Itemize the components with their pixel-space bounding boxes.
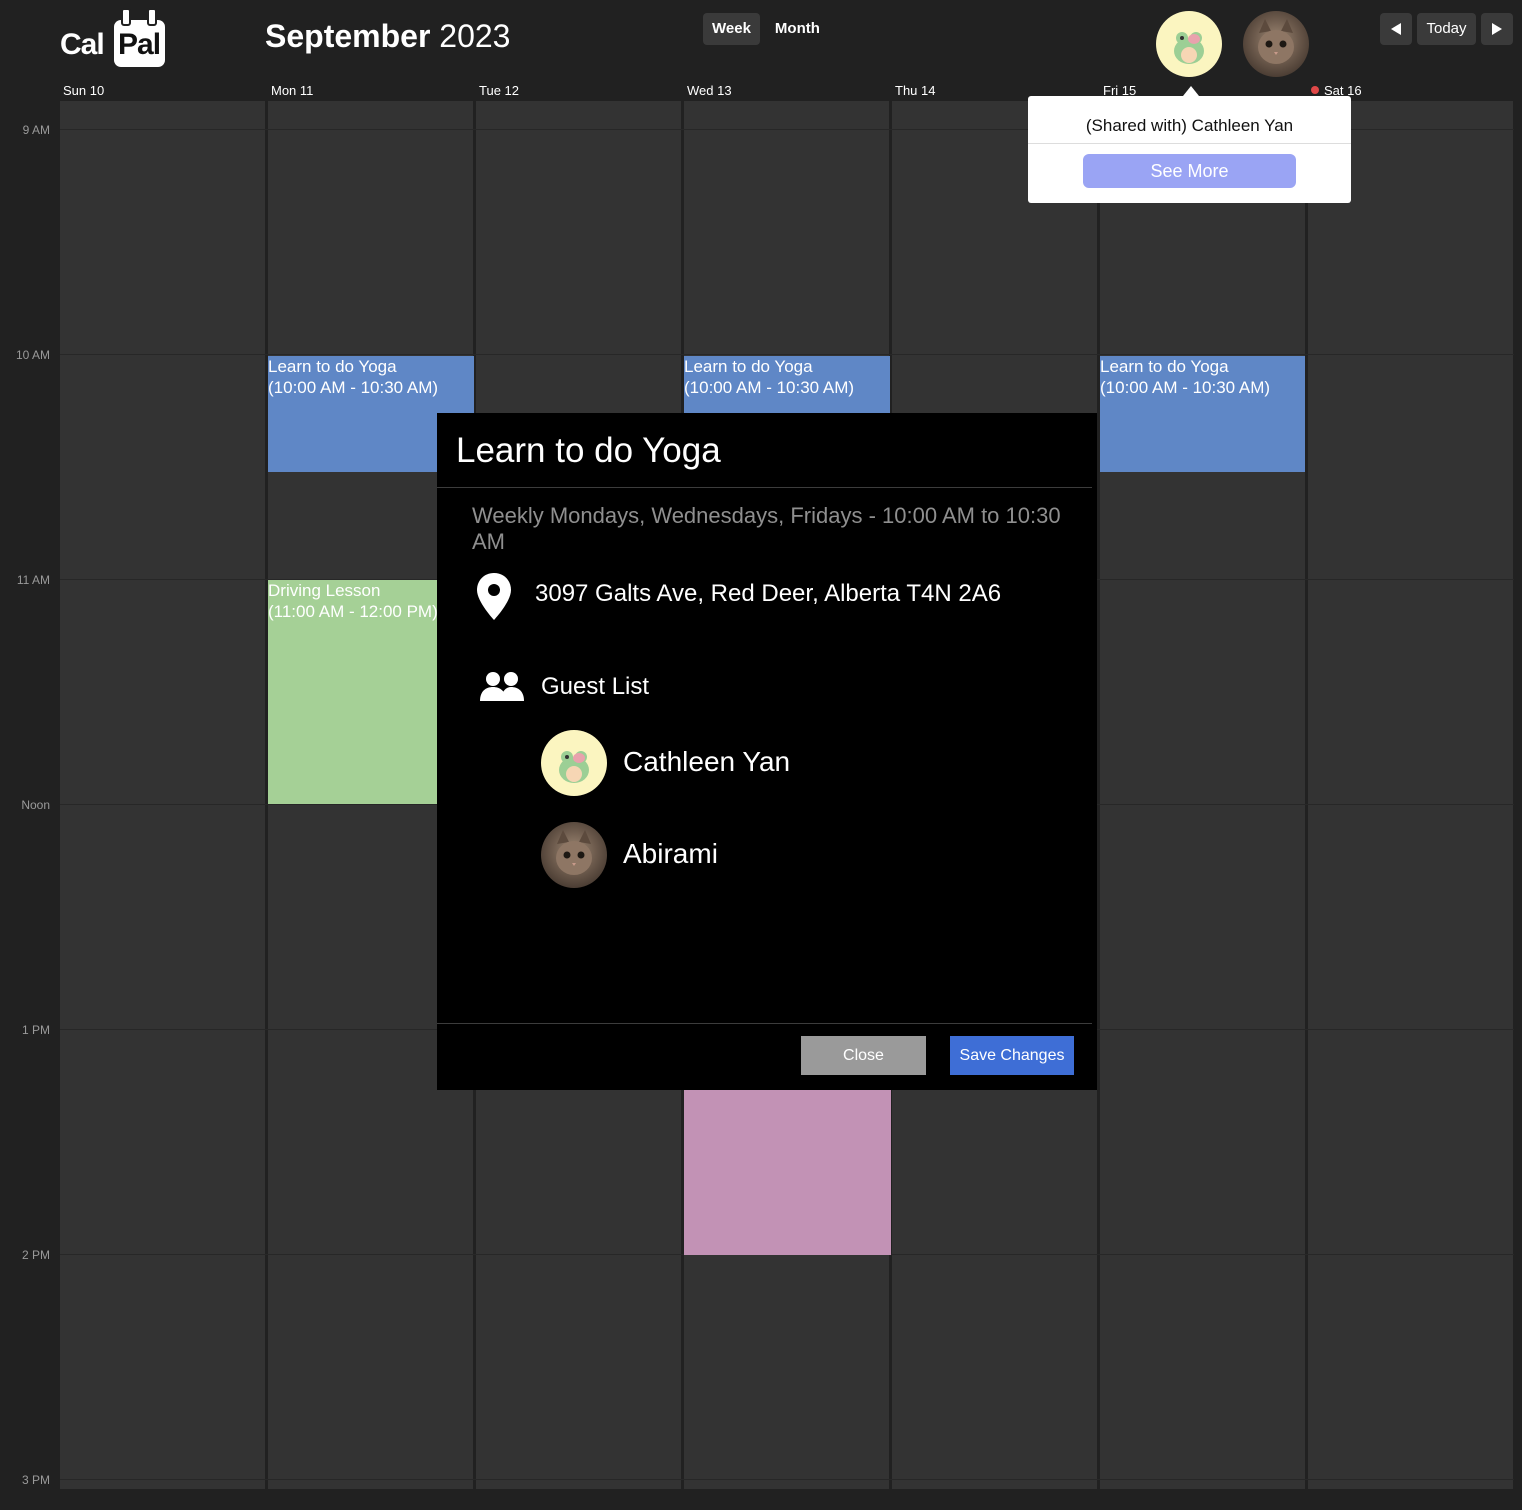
event-details-modal: Learn to do Yoga Weekly Mondays, Wednesd… <box>437 413 1097 1090</box>
event-title: Driving Lesson <box>268 581 381 600</box>
month-view-button[interactable]: Month <box>766 13 829 45</box>
time-label: 11 AM <box>16 573 50 587</box>
event-title: Learn to do Yoga <box>684 357 813 376</box>
calpal-logo: Cal Pal <box>60 8 170 70</box>
today-dot <box>1311 86 1319 94</box>
kitten-icon <box>556 830 592 875</box>
day-label-wed: Wed 13 <box>687 83 732 98</box>
see-more-button[interactable]: See More <box>1083 154 1296 188</box>
logo-ring-right <box>147 8 157 26</box>
triangle-right-icon <box>1492 23 1502 35</box>
event-time: (10:00 AM - 10:30 AM) <box>684 378 855 397</box>
day-label-thu: Thu 14 <box>895 83 936 98</box>
time-label: Noon <box>21 798 50 812</box>
time-label: 3 PM <box>21 1473 50 1487</box>
guest-list-label: Guest List <box>541 673 650 700</box>
event-address: 3097 Galts Ave, Red Deer, Alberta T4N 2A… <box>535 580 1002 607</box>
event-yoga-wed[interactable]: Learn to do Yoga (10:00 AM - 10:30 AM) <box>684 356 890 416</box>
avatar-popover: (Shared with) Cathleen Yan See More <box>1028 86 1351 203</box>
triangle-left-icon <box>1391 23 1401 35</box>
time-label: 2 PM <box>21 1248 50 1262</box>
guest-avatar-abirami[interactable] <box>541 822 607 888</box>
close-button[interactable]: Close <box>801 1036 926 1075</box>
modal-title: Learn to do Yoga <box>456 431 721 470</box>
logo-text-cal: Cal <box>60 28 105 61</box>
modal-divider <box>437 487 1092 488</box>
event-wed-afternoon[interactable] <box>684 1088 891 1255</box>
location-pin-icon <box>477 573 511 620</box>
guest-name: Cathleen Yan <box>623 746 791 777</box>
logo-text-pal: Pal <box>118 28 161 61</box>
frog-icon <box>559 751 589 783</box>
day-column-sun[interactable] <box>60 101 265 1489</box>
popover-divider <box>1028 143 1351 144</box>
event-yoga-fri[interactable]: Learn to do Yoga (10:00 AM - 10:30 AM) <box>1100 356 1305 472</box>
view-toggle: Week Month <box>703 13 829 45</box>
day-column-sat[interactable] <box>1308 101 1513 1489</box>
kitten-icon <box>1258 19 1294 64</box>
guest-name: Abirami <box>623 838 718 869</box>
day-column-fri[interactable] <box>1100 101 1305 1489</box>
event-time: (11:00 AM - 12:00 PM) <box>268 602 438 621</box>
hour-line <box>60 1479 1514 1480</box>
event-time: (10:00 AM - 10:30 AM) <box>1100 378 1271 397</box>
day-label-tue: Tue 12 <box>479 83 519 98</box>
people-icon <box>480 672 524 701</box>
day-label-sun: Sun 10 <box>63 83 105 98</box>
shared-with-text: (Shared with) Cathleen Yan <box>1085 116 1294 135</box>
next-week-button[interactable] <box>1481 13 1513 45</box>
save-changes-button[interactable]: Save Changes <box>950 1036 1074 1075</box>
modal-footer-divider <box>437 1023 1092 1024</box>
event-title: Learn to do Yoga <box>268 357 397 376</box>
event-time: (10:00 AM - 10:30 AM) <box>268 378 439 397</box>
hour-line <box>60 354 1514 355</box>
time-label: 10 AM <box>15 348 50 362</box>
today-button[interactable]: Today <box>1417 13 1476 45</box>
popover-arrow <box>1183 86 1199 96</box>
event-title: Learn to do Yoga <box>1100 357 1229 376</box>
guest-avatar-cathleen[interactable] <box>541 730 607 796</box>
time-label: 9 AM <box>22 123 50 137</box>
previous-week-button[interactable] <box>1380 13 1412 45</box>
avatar-abirami[interactable] <box>1243 11 1309 77</box>
logo-ring-left <box>121 8 131 26</box>
month-label: September <box>265 18 431 54</box>
week-view-button[interactable]: Week <box>703 13 760 45</box>
year-label: 2023 <box>439 18 511 54</box>
avatar-cathleen-yan[interactable] <box>1156 11 1222 77</box>
recurrence-text: Weekly Mondays, Wednesdays, Fridays - 10… <box>472 503 1061 554</box>
month-year-title: September 2023 <box>265 18 510 55</box>
time-label: 1 PM <box>21 1023 50 1037</box>
frog-icon <box>1174 32 1204 64</box>
event-driving-lesson[interactable]: Driving Lesson (11:00 AM - 12:00 PM) <box>268 580 440 804</box>
day-label-mon: Mon 11 <box>271 83 314 98</box>
